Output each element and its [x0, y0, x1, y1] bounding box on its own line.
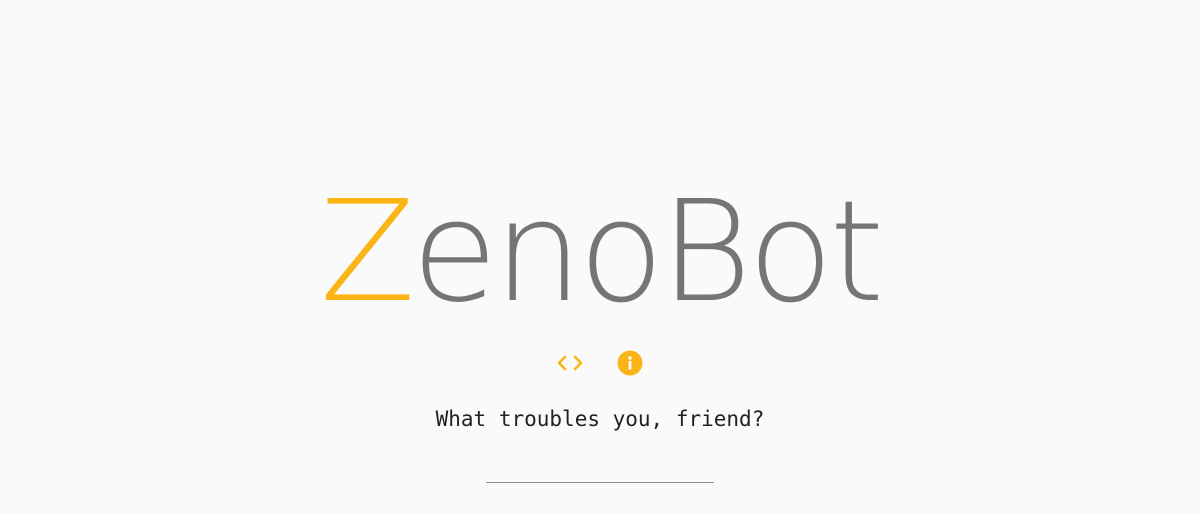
- logo-first-letter: Z: [319, 171, 416, 334]
- page: ZenoBot What troubles you, friend?: [0, 0, 1200, 514]
- icon-row: [0, 349, 1200, 377]
- logo-rest: enoBot: [411, 171, 885, 334]
- code-icon[interactable]: [556, 351, 584, 375]
- prompt-text: What troubles you, friend?: [435, 407, 765, 431]
- query-input[interactable]: [486, 454, 714, 483]
- info-icon[interactable]: [617, 350, 643, 376]
- zenobot-logo: ZenoBot: [0, 178, 1200, 328]
